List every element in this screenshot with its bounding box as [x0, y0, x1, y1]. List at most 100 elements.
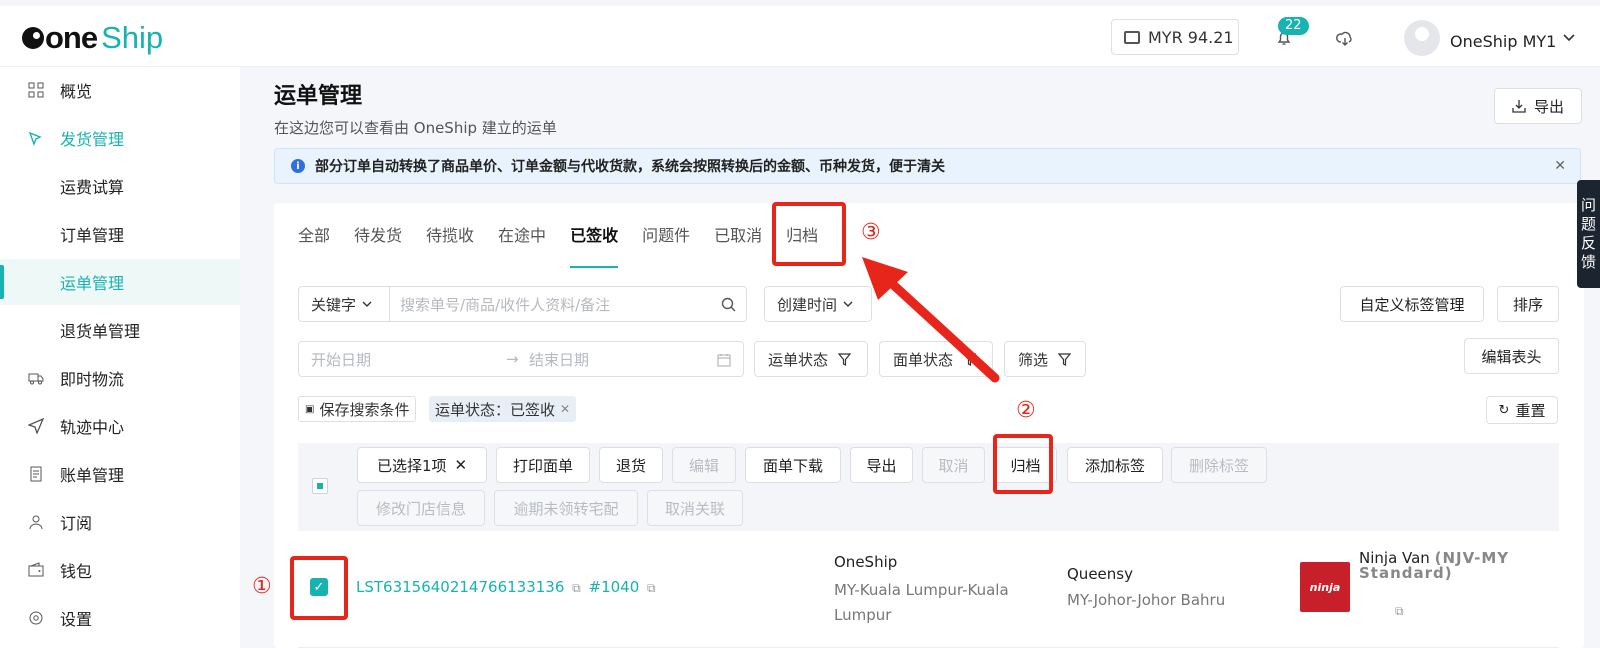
status-tabs: 全部 待发货 待揽收 在途中 已签收 问题件 已取消 归档 — [298, 222, 842, 268]
feedback-char: 反 — [1580, 234, 1596, 252]
copy-icon[interactable]: ⧉ — [647, 581, 656, 595]
save-search-label: 保存搜索条件 — [319, 400, 410, 419]
feedback-char: 问 — [1580, 196, 1596, 214]
reset-button[interactable]: ↻ 重置 — [1486, 396, 1558, 424]
tab-problem[interactable]: 问题件 — [642, 222, 690, 268]
download-cloud-icon[interactable] — [1336, 31, 1354, 47]
waybill-number-link[interactable]: LST6315640214766133136 — [356, 578, 564, 596]
waybill-status-label: 运单状态 — [768, 350, 829, 369]
overdue-to-home-button[interactable]: 逾期未领转宅配 — [494, 490, 638, 526]
sidebar-item-label: 退货单管理 — [60, 322, 141, 341]
sidebar-item-label: 轨迹中心 — [60, 418, 125, 437]
logo-text-ship: Ship — [101, 20, 164, 55]
sidebar-item-label: 发货管理 — [60, 130, 125, 149]
carrier-logo: ninja — [1300, 562, 1350, 612]
arrow-right-icon: → — [506, 350, 519, 368]
feedback-char: 题 — [1580, 215, 1596, 233]
more-filter-button[interactable]: 筛选 — [1004, 341, 1086, 377]
calendar-icon — [717, 354, 731, 367]
order-number-link[interactable]: #1040 — [589, 578, 640, 596]
notice-text: 部分订单自动转换了商品单价、订单金额与代收货款，系统会按照转换后的金额、币种发货… — [315, 159, 945, 175]
chevron-down-icon[interactable] — [1563, 34, 1575, 42]
sidebar-item-label: 运单管理 — [60, 274, 125, 293]
close-icon[interactable]: ✕ — [560, 402, 570, 416]
sidebar-item-wallet[interactable]: 钱包 — [0, 547, 240, 593]
custom-tags-button[interactable]: 自定义标签管理 — [1340, 286, 1484, 322]
feedback-char: 馈 — [1580, 253, 1596, 271]
sort-button[interactable]: 排序 — [1497, 286, 1559, 322]
export-label: 导出 — [1533, 97, 1564, 116]
send-icon — [28, 418, 44, 434]
sidebar-item-label: 概览 — [60, 82, 93, 101]
tab-pending-pickup[interactable]: 待揽收 — [426, 222, 474, 268]
sidebar-item-waybills[interactable]: 运单管理 — [0, 259, 240, 305]
add-tag-button[interactable]: 添加标签 — [1067, 447, 1163, 483]
wallet-balance-button[interactable]: MYR 94.21 — [1111, 19, 1239, 55]
annotation-step-2: ② — [1016, 398, 1036, 423]
sidebar-item-subscription[interactable]: 订阅 — [0, 499, 240, 545]
sidebar-item-settings[interactable]: 设置 — [0, 595, 240, 641]
user-name[interactable]: OneShip MY1 — [1450, 32, 1556, 51]
annotation-box-checkbox — [290, 556, 348, 620]
page-subtitle: 在这边您可以查看由 OneShip 建立的运单 — [274, 119, 557, 137]
sidebar-item-instant-logistics[interactable]: 即时物流 — [0, 355, 240, 401]
wallet-balance: MYR 94.21 — [1148, 27, 1234, 47]
sidebar-item-tracking[interactable]: 轨迹中心 — [0, 403, 240, 449]
unlink-button[interactable]: 取消关联 — [647, 490, 743, 526]
edit-button[interactable]: 编辑 — [672, 447, 736, 483]
tab-cancelled[interactable]: 已取消 — [714, 222, 762, 268]
oneship-logo[interactable]: one Ship — [22, 20, 163, 56]
reset-label: 重置 — [1515, 401, 1546, 420]
active-filter-text: 运单状态：已签收 — [435, 400, 556, 419]
export-button[interactable]: 导出 — [1494, 88, 1582, 124]
modify-store-button[interactable]: 修改门店信息 — [357, 490, 485, 526]
sidebar-item-overview[interactable]: 概览 — [0, 67, 240, 113]
bulk-export-button[interactable]: 导出 — [850, 447, 913, 483]
close-icon[interactable]: ✕ — [1554, 158, 1566, 174]
search-input[interactable]: 搜索单号/商品/收件人资料/备注 — [389, 286, 747, 322]
copy-icon[interactable]: ⧉ — [1395, 604, 1404, 619]
print-label-button[interactable]: 打印面单 — [496, 447, 590, 483]
carrier-cell: Ninja Van (NJV-MY Standard) — [1359, 551, 1559, 581]
gear-icon — [29, 611, 43, 625]
sidebar-item-label: 钱包 — [60, 562, 93, 581]
edit-header-button[interactable]: 编辑表头 — [1464, 338, 1559, 374]
label-download-button[interactable]: 面单下载 — [745, 447, 841, 483]
date-range-picker[interactable]: 开始日期 → 结束日期 — [298, 341, 744, 377]
close-icon[interactable]: ✕ — [454, 456, 467, 474]
sidebar-item-label: 订单管理 — [60, 226, 125, 245]
waybill-cell: LST6315640214766133136 ⧉ #1040 ⧉ — [356, 578, 656, 596]
tab-in-transit[interactable]: 在途中 — [498, 222, 546, 268]
search-icon[interactable] — [721, 297, 736, 312]
copy-icon[interactable]: ⧉ — [572, 581, 581, 595]
tab-pending-ship[interactable]: 待发货 — [354, 222, 402, 268]
annotation-arrow-icon — [862, 257, 1000, 383]
selected-count-button[interactable]: 已选择1项 ✕ — [357, 447, 487, 483]
user-icon — [29, 515, 43, 530]
feedback-tab[interactable]: 问 题 反 馈 — [1577, 180, 1600, 288]
keyword-select[interactable]: 关键字 — [298, 286, 390, 322]
logo-mark-icon — [22, 27, 44, 49]
annotation-step-1: ① — [252, 574, 272, 599]
tab-delivered[interactable]: 已签收 — [570, 222, 619, 268]
select-all-checkbox[interactable] — [312, 478, 328, 494]
sidebar-item-orders[interactable]: 订单管理 — [0, 211, 240, 257]
sidebar-item-label: 设置 — [60, 610, 93, 629]
tab-all[interactable]: 全部 — [298, 222, 330, 268]
page-title: 运单管理 — [274, 84, 363, 109]
search-placeholder: 搜索单号/商品/收件人资料/备注 — [400, 295, 611, 314]
return-button[interactable]: 退货 — [599, 447, 663, 483]
delete-tag-button[interactable]: 删除标签 — [1171, 447, 1267, 483]
sidebar-item-billing[interactable]: 账单管理 — [0, 451, 240, 497]
sidebar-item-label: 运费试算 — [60, 178, 125, 197]
cancel-button[interactable]: 取消 — [922, 447, 985, 483]
sidebar-item-returns[interactable]: 退货单管理 — [0, 307, 240, 353]
sidebar-item-label: 订阅 — [60, 514, 93, 533]
avatar[interactable] — [1404, 20, 1440, 56]
grid-icon — [28, 82, 44, 98]
sidebar: 概览 发货管理 运费试算 订单管理 运单管理 退货单管理 即时物流 轨迹中心 账… — [0, 67, 240, 648]
sidebar-item-freight-calc[interactable]: 运费试算 — [0, 163, 240, 209]
save-search-button[interactable]: ▣ 保存搜索条件 — [298, 396, 417, 422]
sidebar-item-shipping[interactable]: 发货管理 — [0, 115, 240, 161]
receiver-name: Queensy — [1067, 565, 1133, 583]
